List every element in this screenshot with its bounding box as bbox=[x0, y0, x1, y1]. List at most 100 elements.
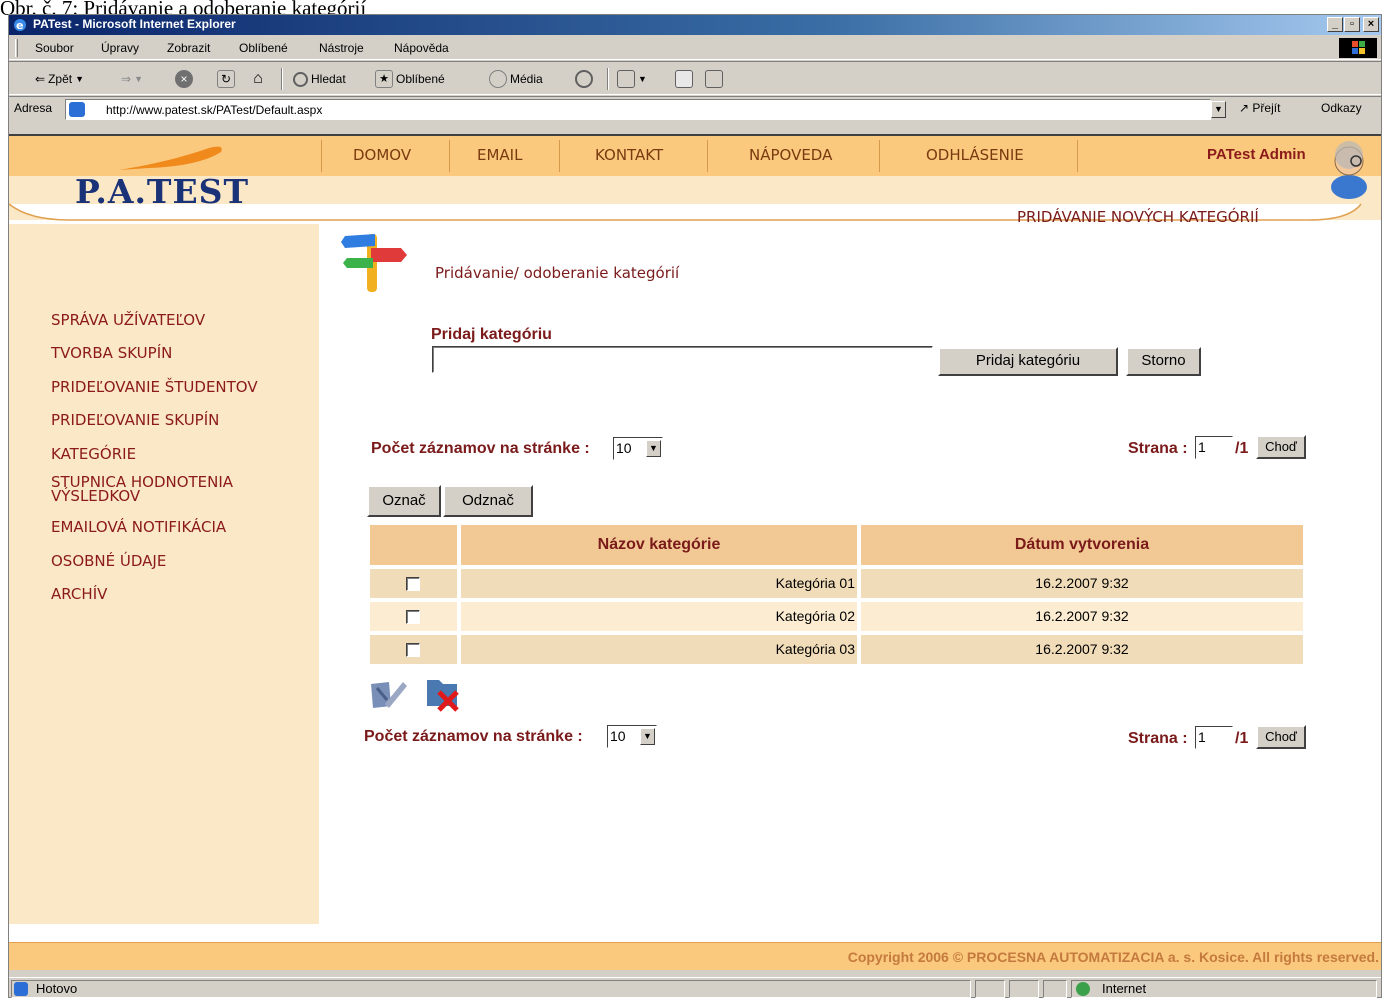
site-logo[interactable]: P.A.TEST bbox=[75, 172, 249, 211]
page-number-input[interactable]: 1 bbox=[1195, 726, 1233, 749]
edit-button[interactable] bbox=[705, 69, 723, 89]
address-dropdown-button[interactable]: ▼ bbox=[1211, 101, 1226, 118]
sidebar-item-personal-data[interactable]: OSOBNÉ ÚDAJE bbox=[51, 554, 166, 569]
history-button[interactable] bbox=[575, 69, 593, 89]
page-done-icon bbox=[14, 982, 28, 996]
address-label: Adresa bbox=[14, 101, 53, 115]
page-label: Strana : bbox=[1128, 730, 1188, 747]
go-to-page-button[interactable]: Choď bbox=[1256, 725, 1306, 749]
page-number-input[interactable]: 1 bbox=[1195, 436, 1233, 459]
records-per-page-select[interactable]: 10 ▼ bbox=[607, 725, 657, 748]
menu-favorites[interactable]: Oblíbené bbox=[239, 41, 288, 55]
go-arrow-icon: ↗ bbox=[1239, 101, 1250, 115]
page-footer: Copyright 2006 © PROCESNA AUTOMATIZACIA … bbox=[9, 942, 1381, 970]
sidebar-item-assign-groups[interactable]: PRIDEĽOVANIE SKUPÍN bbox=[51, 413, 219, 428]
chevron-down-icon: ▼ bbox=[638, 74, 647, 84]
category-name-input[interactable] bbox=[432, 346, 933, 373]
print-button[interactable] bbox=[675, 69, 693, 89]
links-button[interactable]: Odkazy bbox=[1321, 101, 1362, 115]
windows-logo-icon bbox=[1339, 38, 1377, 58]
go-button[interactable]: ↗ Přejít bbox=[1239, 101, 1280, 115]
menu-help[interactable]: Nápověda bbox=[394, 41, 449, 55]
back-button[interactable]: ⇐ Zpět ▼ bbox=[35, 69, 84, 89]
category-date-cell: 16.2.2007 9:32 bbox=[861, 635, 1303, 664]
category-name-cell: Kategória 02 bbox=[461, 602, 857, 631]
menu-file[interactable]: Soubor bbox=[35, 41, 74, 55]
media-icon bbox=[489, 70, 507, 88]
edit-category-icon[interactable] bbox=[367, 674, 407, 712]
sidebar-item-users[interactable]: SPRÁVA UŽÍVATEĽOV bbox=[51, 313, 205, 328]
status-panel bbox=[1043, 980, 1067, 998]
sidebar-item-categories[interactable]: KATEGÓRIE bbox=[51, 447, 136, 462]
mail-button[interactable]: ▼ bbox=[617, 69, 647, 89]
page-icon bbox=[69, 102, 85, 117]
sidebar-item-archive[interactable]: ARCHÍV bbox=[51, 587, 107, 602]
delete-category-icon[interactable] bbox=[423, 674, 463, 712]
unmark-all-button[interactable]: Odznač bbox=[443, 485, 533, 517]
refresh-button[interactable]: ↻ bbox=[217, 69, 235, 89]
cancel-button[interactable]: Storno bbox=[1126, 347, 1201, 376]
home-button[interactable]: ⌂ bbox=[249, 69, 267, 89]
sidebar: SPRÁVA UŽÍVATEĽOV TVORBA SKUPÍN PRIDEĽOV… bbox=[9, 224, 319, 924]
menu-edit[interactable]: Úpravy bbox=[101, 41, 139, 55]
table-header-date[interactable]: Dátum vytvorenia bbox=[861, 525, 1303, 565]
user-avatar-icon bbox=[1331, 141, 1367, 199]
section-title: PRIDÁVANIE NOVÝCH KATEGÓRIÍ bbox=[1017, 208, 1259, 226]
sidebar-item-assign-students[interactable]: PRIDEĽOVANIE ŠTUDENTOV bbox=[51, 380, 258, 395]
home-icon: ⌂ bbox=[253, 70, 263, 87]
status-text: Hotovo bbox=[36, 981, 78, 996]
chevron-down-icon: ▼ bbox=[646, 440, 661, 457]
status-panel bbox=[975, 980, 1005, 998]
nav-email[interactable]: EMAIL bbox=[477, 146, 522, 164]
nav-separator bbox=[449, 140, 450, 172]
refresh-icon: ↻ bbox=[217, 70, 235, 88]
media-button[interactable]: Média bbox=[489, 69, 543, 89]
go-to-page-button[interactable]: Choď bbox=[1256, 435, 1306, 459]
nav-contact[interactable]: KONTAKT bbox=[595, 146, 663, 164]
row-select-cell bbox=[370, 602, 457, 631]
address-bar: Adresa http://www.patest.sk/PATest/Defau… bbox=[9, 96, 1381, 122]
page-total: /1 bbox=[1235, 440, 1249, 457]
svg-text:e: e bbox=[16, 19, 23, 32]
forward-arrow-icon: ⇒ bbox=[121, 72, 132, 86]
nav-logout[interactable]: ODHLÁSENIE bbox=[926, 146, 1024, 164]
status-panel-main: Hotovo bbox=[11, 980, 971, 998]
address-input[interactable]: http://www.patest.sk/PATest/Default.aspx bbox=[65, 99, 1211, 120]
history-icon bbox=[575, 70, 593, 88]
category-name-cell: Kategória 01 bbox=[461, 569, 857, 598]
search-button[interactable]: Hledat bbox=[293, 69, 346, 89]
row-checkbox[interactable] bbox=[406, 610, 420, 624]
row-checkbox[interactable] bbox=[406, 643, 420, 657]
stop-button[interactable]: × bbox=[175, 69, 193, 89]
sidebar-item-grading-scale[interactable]: STUPNICA HODNOTENIA VÝSLEDKOV bbox=[51, 475, 233, 504]
mark-all-button[interactable]: Označ bbox=[367, 485, 441, 517]
menu-tools[interactable]: Nástroje bbox=[319, 41, 364, 55]
page-total: /1 bbox=[1235, 730, 1249, 747]
status-panel bbox=[1009, 980, 1039, 998]
favorites-button[interactable]: ★ Oblíbené bbox=[375, 69, 445, 89]
search-icon bbox=[293, 71, 308, 87]
internet-globe-icon bbox=[1076, 982, 1090, 996]
close-button[interactable]: × bbox=[1363, 17, 1379, 32]
nav-home[interactable]: DOMOV bbox=[353, 146, 411, 164]
menu-view[interactable]: Zobrazit bbox=[167, 41, 210, 55]
forward-button[interactable]: ⇒ ▼ bbox=[121, 69, 143, 89]
table-header-name[interactable]: Názov kategórie bbox=[461, 525, 857, 565]
sidebar-item-email-notification[interactable]: EMAILOVÁ NOTIFIKÁCIA bbox=[51, 520, 226, 535]
minimize-button[interactable]: _ bbox=[1327, 17, 1343, 32]
nav-help[interactable]: NÁPOVEDA bbox=[749, 146, 832, 164]
row-select-cell bbox=[370, 635, 457, 664]
records-per-page-select[interactable]: 10 ▼ bbox=[613, 437, 663, 460]
edit-icon bbox=[705, 70, 723, 88]
row-checkbox[interactable] bbox=[406, 577, 420, 591]
toolbar-separator bbox=[281, 68, 283, 90]
sidebar-item-groups[interactable]: TVORBA SKUPÍN bbox=[51, 346, 172, 361]
row-select-cell bbox=[370, 569, 457, 598]
back-arrow-icon: ⇐ bbox=[35, 72, 46, 86]
add-category-label: Pridaj kategóriu bbox=[431, 326, 552, 343]
add-category-button[interactable]: Pridaj kategóriu bbox=[938, 347, 1118, 376]
window-title: PATest - Microsoft Internet Explorer bbox=[33, 17, 236, 31]
nav-separator bbox=[707, 140, 708, 172]
maximize-button[interactable]: ▫ bbox=[1344, 17, 1360, 32]
logo-feather-icon bbox=[119, 146, 222, 170]
